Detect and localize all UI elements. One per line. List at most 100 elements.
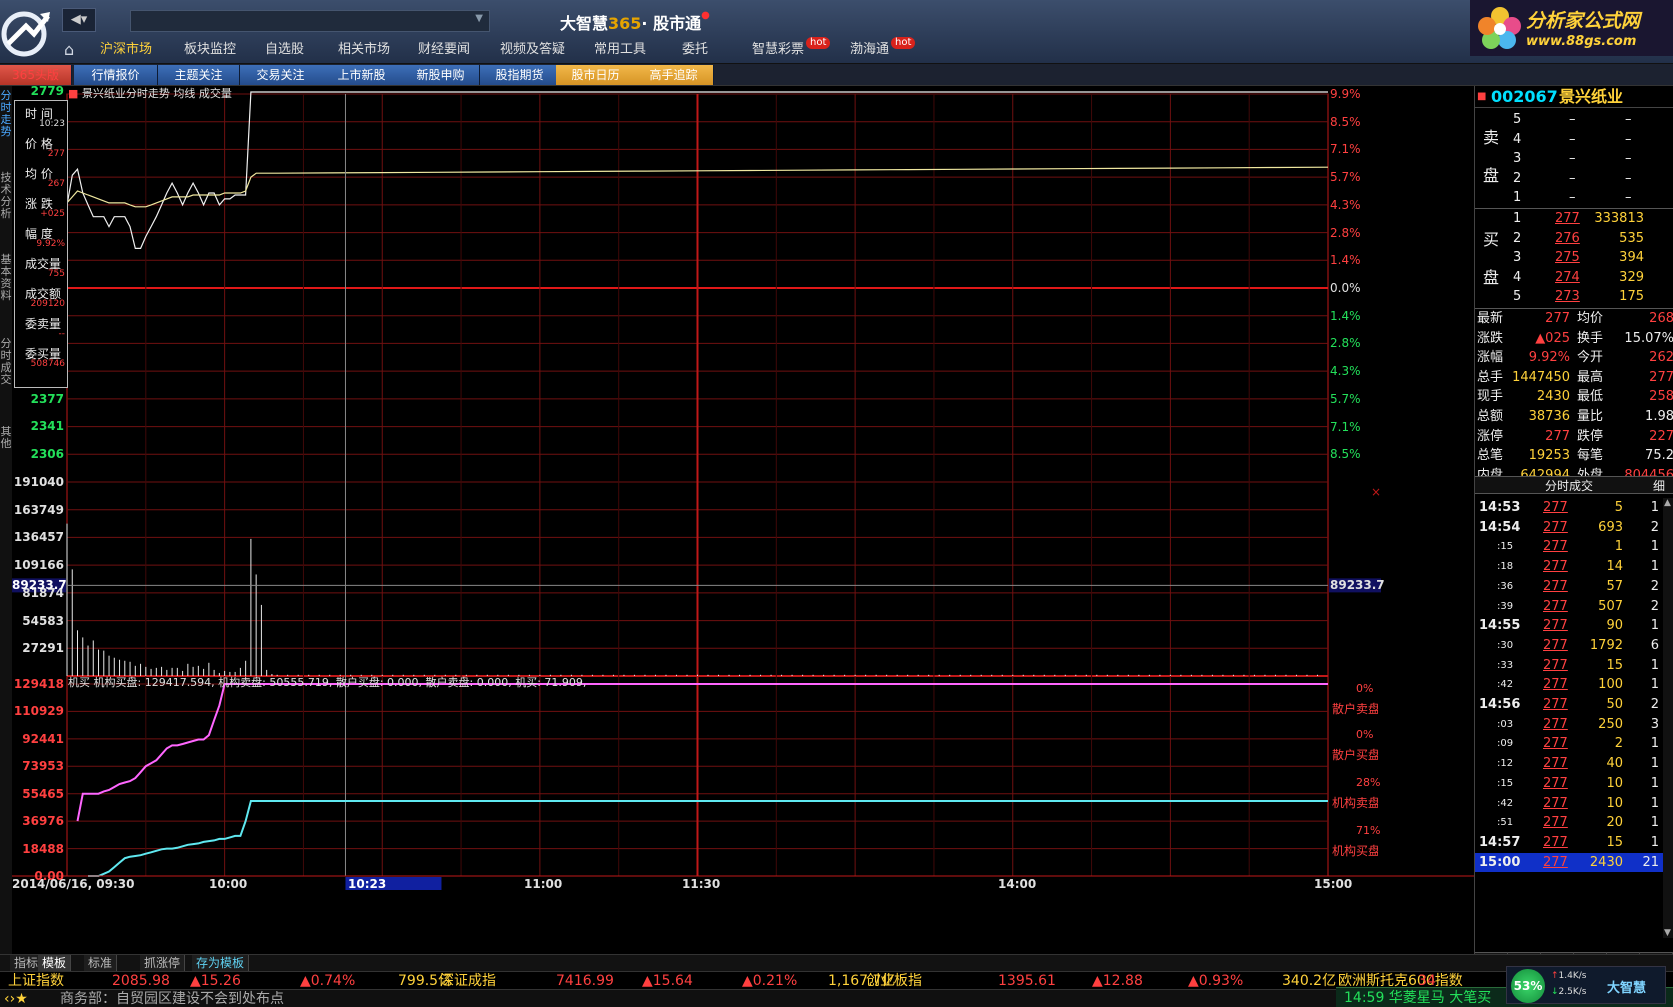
buy-level: 4 274 329 bbox=[1513, 269, 1644, 285]
news-headline[interactable]: 商务部：自贸园区建设不会到处布点 bbox=[60, 990, 284, 1007]
tab-0[interactable]: 365头版 bbox=[0, 65, 72, 85]
menu-item-7[interactable]: 委托 bbox=[682, 40, 708, 60]
menu-item-4[interactable]: 财经要闻 bbox=[418, 40, 470, 60]
tab-3[interactable]: 交易关注 bbox=[240, 65, 322, 85]
tab-7[interactable]: 股市日历 bbox=[556, 65, 636, 85]
alert-text[interactable]: 14:59 华菱星马 大笔买 bbox=[1344, 989, 1491, 1007]
tick-row[interactable]: :15 277 10 1 bbox=[1475, 774, 1663, 793]
buy-level: 3 275 394 bbox=[1513, 250, 1644, 265]
tick-row[interactable]: :42 277 100 1 bbox=[1475, 675, 1663, 694]
index-name[interactable]: 创业板指 bbox=[866, 972, 922, 990]
menu-item-8[interactable]: 智慧彩票 hot bbox=[752, 37, 831, 60]
tab-5[interactable]: 新股申购 bbox=[402, 65, 480, 85]
flow-axis-label: 55465 bbox=[22, 786, 64, 801]
tick-row[interactable]: 14:56 277 50 2 bbox=[1475, 695, 1663, 714]
flower-logo-icon bbox=[1478, 7, 1521, 49]
tick-row[interactable]: 14:55 277 90 1 bbox=[1475, 616, 1663, 635]
index-name[interactable]: 上证指数 bbox=[8, 972, 64, 990]
pct-axis-label: 4.3% bbox=[1330, 197, 1361, 212]
tick-row[interactable]: 14:53 277 5 1 bbox=[1475, 498, 1663, 517]
tick-row[interactable]: :18 277 14 1 bbox=[1475, 557, 1663, 576]
tick-row[interactable]: :39 277 507 2 bbox=[1475, 597, 1663, 616]
brand-banner[interactable]: 分析家公式网 www.88gs.com bbox=[1470, 0, 1673, 56]
chart-legend: ■ 景兴纸业分时走势 均线 成交量 bbox=[68, 85, 232, 101]
index-name[interactable]: 深证成指 bbox=[440, 972, 496, 990]
index-pct: ▲0.93% bbox=[1188, 973, 1244, 989]
tab-8[interactable]: 高手追踪 bbox=[634, 65, 714, 85]
time-axis-label: 11:00 bbox=[524, 877, 563, 891]
menu-item-label: 智慧彩票 bbox=[752, 42, 805, 57]
volume-axis-label: 54583 bbox=[22, 613, 64, 628]
app-window: ◀▾ ▼ 大智慧365· 股市通● ⌂ 分析家公式网 www.88gs.com … bbox=[0, 0, 1673, 1007]
crosshair-left-value: 89233.7 bbox=[12, 578, 67, 593]
hot-badge: hot bbox=[891, 37, 916, 49]
indicator-tab-row: 指标 模板 标准 抓涨停 存为模板 bbox=[0, 954, 1673, 971]
info-value: 267 bbox=[47, 179, 65, 189]
tab-1[interactable]: 行情报价 bbox=[74, 65, 158, 85]
sell-label: 盘 bbox=[1483, 166, 1500, 185]
index-value: 1395.61 bbox=[998, 973, 1056, 989]
tick-row[interactable]: :51 277 20 1 bbox=[1475, 813, 1663, 832]
vtab-3[interactable]: 分时成交 bbox=[0, 338, 12, 386]
stock-header: ■ 002067 景兴纸业 bbox=[1475, 86, 1673, 108]
tick-row[interactable]: 15:00 277 2430 21 bbox=[1475, 852, 1663, 872]
home-icon[interactable]: ⌂ bbox=[64, 40, 74, 59]
menu-item-3[interactable]: 相关市场 bbox=[338, 40, 390, 60]
brand-small: 大智慧 bbox=[1607, 981, 1647, 996]
tick-row[interactable]: :09 277 2 1 bbox=[1475, 734, 1663, 753]
tick-row[interactable]: :30 277 1792 6 bbox=[1475, 636, 1663, 655]
tick-row[interactable]: :12 277 40 1 bbox=[1475, 754, 1663, 773]
menu-item-label: 常用工具 bbox=[594, 42, 647, 57]
menu-item-5[interactable]: 视频及答疑 bbox=[500, 40, 565, 60]
vtab-4[interactable]: 其他 bbox=[0, 426, 12, 450]
dot-icon: ● bbox=[701, 10, 710, 21]
chart-area[interactable]: × 277924132377234123069.9%8.5%7.1%5.7%4.… bbox=[12, 84, 1474, 961]
tick-row[interactable]: 14:57 277 15 1 bbox=[1475, 833, 1663, 852]
address-box[interactable]: ▼ bbox=[130, 10, 490, 32]
network-widget: 53% ↑1.4K/s ↓2.5K/s 大智慧 bbox=[1506, 966, 1666, 1004]
vtab-1[interactable]: 技术分析 bbox=[0, 172, 12, 220]
sell-level: 3– – bbox=[1513, 151, 1632, 166]
info-value: 10:23 bbox=[39, 119, 65, 129]
indicator-tab-1[interactable]: 模板 bbox=[38, 955, 72, 971]
vtab-0[interactable]: 分时走势 bbox=[0, 90, 12, 138]
menu-item-1[interactable]: 板块监控 bbox=[184, 40, 236, 60]
dropdown-icon[interactable]: ▼ bbox=[475, 13, 483, 24]
flow-pct-label: 0% bbox=[1356, 682, 1374, 695]
sell-label: 卖 bbox=[1483, 128, 1500, 147]
menu-item-label: 委托 bbox=[682, 42, 709, 57]
indicator-tab-3[interactable]: 抓涨停 bbox=[140, 955, 186, 971]
buy-label: 盘 bbox=[1483, 268, 1500, 287]
indicator-tab-2[interactable]: 标准 bbox=[84, 955, 118, 971]
flow-axis-label: 18488 bbox=[22, 841, 64, 856]
intraday-chart[interactable]: × bbox=[12, 86, 1474, 954]
indicator-tab-4[interactable]: 存为模板 bbox=[192, 955, 250, 971]
ticks-scrollbar[interactable]: ▲ ▼ bbox=[1663, 498, 1673, 938]
download-arrow-icon: ↓ bbox=[1551, 987, 1559, 997]
menu-item-label: 财经要闻 bbox=[418, 42, 471, 57]
close-pane-icon[interactable]: × bbox=[1371, 485, 1381, 499]
tick-row[interactable]: :36 277 57 2 bbox=[1475, 577, 1663, 596]
tick-row[interactable]: :03 277 250 3 bbox=[1475, 715, 1663, 734]
index-change: ▲12.88 bbox=[1092, 973, 1143, 989]
menu-item-label: 板块监控 bbox=[184, 42, 237, 57]
tick-row[interactable]: :42 277 10 1 bbox=[1475, 794, 1663, 813]
menu-item-2[interactable]: 自选股 bbox=[265, 40, 304, 60]
tab-6[interactable]: 股指期货 bbox=[480, 65, 560, 85]
time-axis-label: 15:00 bbox=[1314, 877, 1353, 891]
news-arrows-icon[interactable]: ‹›★ bbox=[4, 990, 28, 1007]
tick-row[interactable]: 14:54 277 693 2 bbox=[1475, 518, 1663, 537]
ticks-detail-button[interactable]: 细 bbox=[1653, 477, 1665, 495]
tab-4[interactable]: 上市新股 bbox=[320, 65, 404, 85]
menu-item-0[interactable]: 沪深市场 bbox=[100, 40, 152, 60]
tick-row[interactable]: :15 277 1 1 bbox=[1475, 537, 1663, 556]
back-button[interactable]: ◀▾ bbox=[62, 8, 96, 32]
flow-name-label: 机构买盘 bbox=[1332, 844, 1378, 858]
stock-code: 002067 bbox=[1491, 87, 1558, 106]
tab-2[interactable]: 主题关注 bbox=[158, 65, 240, 85]
menu-item-9[interactable]: 渤海通 hot bbox=[850, 37, 916, 60]
tick-row[interactable]: :33 277 15 1 bbox=[1475, 656, 1663, 675]
menu-item-6[interactable]: 常用工具 bbox=[594, 40, 646, 60]
vtab-2[interactable]: 基本资料 bbox=[0, 254, 12, 302]
time-axis-label: 10:00 bbox=[209, 877, 248, 891]
